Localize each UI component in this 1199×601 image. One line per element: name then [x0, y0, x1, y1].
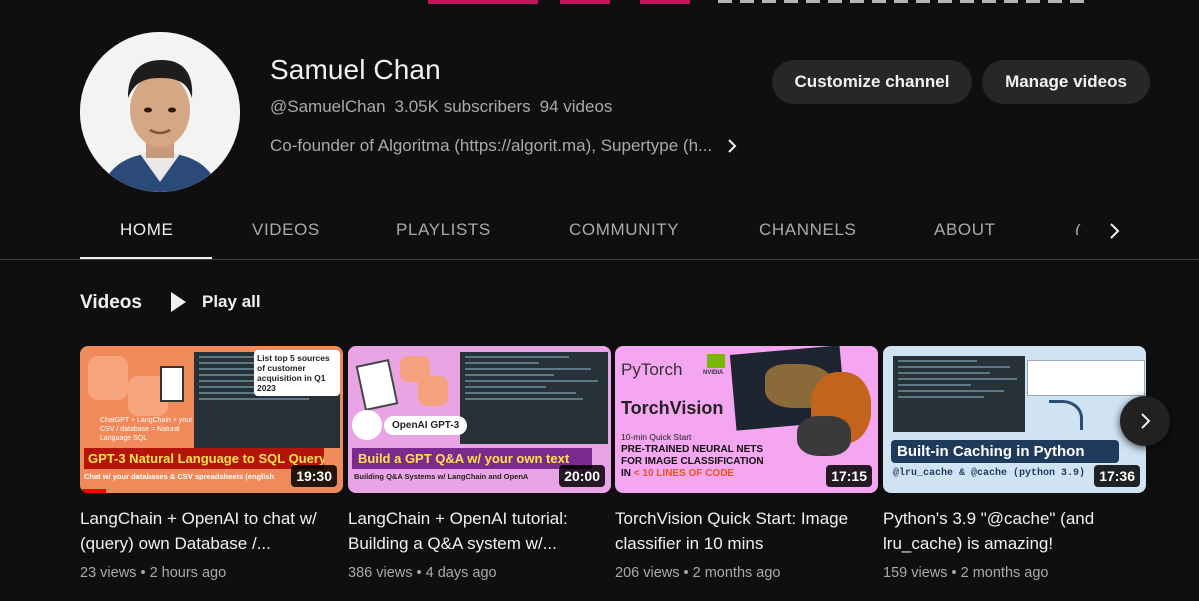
- play-all-button[interactable]: Play all: [168, 290, 261, 314]
- thumb-bubble: List top 5 sources of customer acquisiti…: [254, 350, 340, 396]
- video-views: 159 views: [883, 565, 948, 581]
- video-title[interactable]: TorchVision Quick Start: Image classifie…: [615, 506, 870, 556]
- video-thumbnail[interactable]: Built-in Caching in Python @lru_cache & …: [883, 346, 1146, 493]
- video-duration: 19:30: [291, 465, 337, 487]
- customize-channel-button[interactable]: Customize channel: [772, 60, 972, 104]
- channel-description-text: Co-founder of Algoritma (https://algorit…: [270, 136, 713, 155]
- video-title[interactable]: LangChain + OpenAI to chat w/ (query) ow…: [80, 506, 335, 556]
- channel-avatar[interactable]: [80, 32, 240, 192]
- channel-meta: @SamuelChan 3.05K subscribers 94 videos: [270, 97, 612, 117]
- play-all-label: Play all: [202, 292, 261, 311]
- tab-playlists[interactable]: PLAYLISTS: [396, 220, 491, 240]
- thumb-banner: Build a GPT Q&A w/ your own text: [352, 448, 592, 469]
- video-age: 4 days ago: [425, 565, 497, 581]
- watch-progress: [80, 489, 107, 493]
- thumb-line2: FOR IMAGE CLASSIFICATION: [621, 456, 764, 467]
- thumb-brand: PyTorch: [621, 360, 683, 379]
- tab-home[interactable]: HOME: [120, 220, 173, 240]
- video-thumbnail[interactable]: OpenAI GPT-3 Build a GPT Q&A w/ your own…: [348, 346, 611, 493]
- thumb-banner: Built-in Caching in Python: [891, 440, 1119, 463]
- thumb-nvidia: NVIDIA: [703, 370, 724, 376]
- channel-handle: @SamuelChan: [270, 97, 386, 116]
- video-thumbnail[interactable]: List top 5 sources of customer acquisiti…: [80, 346, 343, 493]
- section-title: Videos: [80, 292, 142, 313]
- video-card[interactable]: PyTorch NVIDIA TorchVision 10-min Quick …: [615, 346, 878, 581]
- video-duration: 20:00: [559, 465, 605, 487]
- video-meta: 386 views • 4 days ago: [348, 565, 497, 581]
- channel-banner-edge: [0, 0, 1199, 4]
- chevron-right-icon: [1141, 413, 1151, 429]
- chevron-right-icon: [728, 139, 737, 153]
- carousel-next-button[interactable]: [1120, 396, 1170, 446]
- subscriber-count: 3.05K subscribers: [394, 97, 531, 116]
- tab-about[interactable]: ABOUT: [934, 220, 996, 240]
- video-age: 2 hours ago: [149, 565, 227, 581]
- thumb-quick: 10-min Quick Start: [621, 432, 692, 442]
- video-meta: 23 views • 2 hours ago: [80, 565, 227, 581]
- thumb-sub: Chat w/ your databases & CSV spreadsheet…: [84, 472, 275, 481]
- video-card[interactable]: OpenAI GPT-3 Build a GPT Q&A w/ your own…: [348, 346, 611, 581]
- thumb-title: TorchVision: [621, 398, 724, 418]
- video-card[interactable]: List top 5 sources of customer acquisiti…: [80, 346, 343, 581]
- video-views: 386 views: [348, 565, 413, 581]
- thumb-banner: GPT-3 Natural Language to SQL Query: [84, 448, 324, 469]
- video-duration: 17:15: [826, 465, 872, 487]
- video-count: 94 videos: [539, 97, 613, 116]
- tab-search-partial: (: [1075, 221, 1081, 235]
- tab-community[interactable]: COMMUNITY: [569, 220, 679, 240]
- tabs-divider: [0, 259, 1199, 260]
- channel-description[interactable]: Co-founder of Algoritma (https://algorit…: [270, 136, 738, 156]
- video-duration: 17:36: [1094, 465, 1140, 487]
- manage-videos-button[interactable]: Manage videos: [982, 60, 1150, 104]
- video-meta: 159 views • 2 months ago: [883, 565, 1049, 581]
- video-views: 206 views: [615, 565, 680, 581]
- video-title[interactable]: Python's 3.9 "@cache" (and lru_cache) is…: [883, 506, 1138, 556]
- thumb-badge: OpenAI GPT-3: [384, 416, 468, 435]
- video-views: 23 views: [80, 565, 137, 581]
- thumb-flow: ChatGPT + LangChain + your CSV / databas…: [100, 417, 193, 442]
- tab-channels[interactable]: CHANNELS: [759, 220, 856, 240]
- video-age: 2 months ago: [960, 565, 1049, 581]
- thumb-sub: @lru_cache & @cache (python 3.9): [893, 468, 1086, 479]
- video-age: 2 months ago: [692, 565, 781, 581]
- channel-tabs: HOME VIDEOS PLAYLISTS COMMUNITY CHANNELS…: [80, 200, 1146, 260]
- video-card[interactable]: Built-in Caching in Python @lru_cache & …: [883, 346, 1146, 581]
- video-thumbnail[interactable]: PyTorch NVIDIA TorchVision 10-min Quick …: [615, 346, 878, 493]
- video-title[interactable]: LangChain + OpenAI tutorial: Building a …: [348, 506, 603, 556]
- channel-name: Samuel Chan: [270, 54, 441, 85]
- play-icon: [171, 292, 186, 312]
- thumb-line1: PRE-TRAINED NEURAL NETS: [621, 444, 764, 455]
- tabs-scroll-right-icon[interactable]: [1102, 219, 1126, 243]
- thumb-sub: Building Q&A Systems w/ LangChain and Op…: [354, 472, 529, 481]
- tab-videos[interactable]: VIDEOS: [252, 220, 320, 240]
- video-meta: 206 views • 2 months ago: [615, 565, 781, 581]
- thumb-line3: IN < 10 LINES OF CODE: [621, 468, 735, 479]
